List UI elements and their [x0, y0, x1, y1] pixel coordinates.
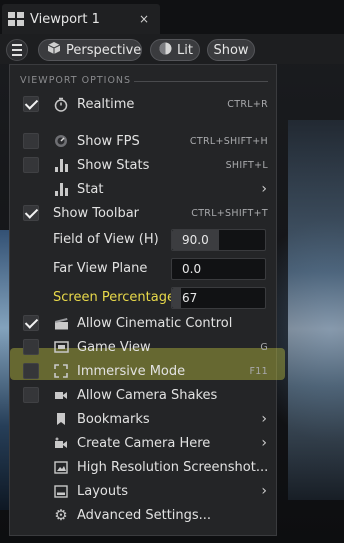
show-fps-checkbox[interactable] [23, 133, 39, 149]
menu-item-label: Create Camera Here [77, 436, 211, 451]
menu-item-label: Immersive Mode [77, 364, 186, 379]
game-view-icon [53, 339, 69, 355]
far-view-plane-input[interactable]: 0.0 [171, 258, 266, 280]
realtime-checkbox[interactable] [23, 96, 39, 112]
field-of-view-value: 90.0 [182, 233, 209, 247]
menu-item-label: Layouts [77, 484, 128, 499]
menu-item-label: High Resolution Screenshot... [77, 460, 269, 475]
gauge-icon [53, 133, 69, 149]
viewport-grid-icon [8, 12, 24, 26]
shortcut-label: CTRL+SHIFT+H [189, 136, 268, 147]
menu-item-label: Show FPS [77, 134, 140, 149]
viewport-scene-right-edge [288, 120, 344, 500]
perspective-label: Perspective [66, 42, 142, 58]
menu-item-label: Show Stats [77, 158, 150, 173]
menu-item-label: Advanced Settings... [77, 508, 212, 523]
chevron-right-icon: › [261, 435, 267, 451]
menu-item-label: Show Toolbar [53, 206, 140, 221]
section-divider [134, 81, 268, 82]
menu-item-label: Allow Camera Shakes [77, 388, 218, 403]
chevron-right-icon: › [261, 411, 267, 427]
lit-label: Lit [177, 42, 193, 58]
viewport-toolbar: Perspective Lit Show [0, 34, 344, 64]
perspective-button[interactable]: Perspective [38, 39, 142, 61]
menu-item-advanced-settings[interactable]: ⚙ Advanced Settings... [10, 504, 276, 528]
menu-item-label: Far View Plane [53, 261, 148, 276]
gear-icon: ⚙ [54, 506, 68, 524]
close-icon[interactable]: × [136, 12, 152, 26]
bookmark-icon [53, 411, 69, 427]
menu-item-stat[interactable]: Stat › [10, 178, 276, 202]
menu-item-realtime[interactable]: Realtime CTRL+R [10, 93, 276, 117]
menu-item-label: Stat [77, 182, 104, 197]
shortcut-label: G [260, 342, 268, 353]
chevron-right-icon: › [261, 181, 267, 197]
menu-item-label: Realtime [77, 97, 135, 112]
cube-icon [47, 41, 61, 59]
menu-item-far-view-plane: Far View Plane 0.0 [10, 257, 276, 281]
screen-percentage-fill [172, 288, 182, 308]
clapperboard-icon [53, 315, 69, 331]
menu-item-label: Field of View (H) [53, 232, 159, 247]
lit-button[interactable]: Lit [150, 39, 200, 61]
allow-cinematic-control-checkbox[interactable] [23, 315, 39, 331]
screen-percentage-value: 67 [182, 291, 198, 305]
menu-item-label: Screen Percentage [53, 290, 175, 305]
layout-icon [53, 483, 69, 499]
far-view-plane-value: 0.0 [182, 262, 202, 276]
menu-item-create-camera-here[interactable]: Create Camera Here › [10, 432, 276, 456]
allow-camera-shakes-checkbox[interactable] [23, 387, 39, 403]
menu-item-allow-camera-shakes[interactable]: Allow Camera Shakes [10, 384, 276, 408]
menu-item-layouts[interactable]: Layouts › [10, 480, 276, 504]
shortcut-label: CTRL+R [227, 99, 268, 110]
menu-item-label: Bookmarks [77, 412, 150, 427]
menu-item-field-of-view: Field of View (H) 90.0 [10, 228, 276, 252]
menu-item-allow-cinematic-control[interactable]: Allow Cinematic Control [10, 312, 276, 336]
screen-percentage-input[interactable]: 67 [171, 287, 266, 309]
show-toolbar-checkbox[interactable] [23, 205, 39, 221]
menu-item-label: Game View [77, 340, 151, 355]
menu-item-high-resolution-screenshot[interactable]: High Resolution Screenshot... [10, 456, 276, 480]
menu-item-show-toolbar[interactable]: Show Toolbar CTRL+SHIFT+T [10, 202, 276, 226]
menu-item-show-stats[interactable]: Show Stats SHIFT+L [10, 154, 276, 178]
menu-item-label: Allow Cinematic Control [77, 316, 233, 331]
hamburger-menu-button[interactable] [6, 39, 28, 61]
tab-viewport-1[interactable]: Viewport 1 × [2, 4, 160, 34]
stopwatch-icon [53, 96, 69, 112]
lit-sphere-icon [159, 42, 172, 59]
screenshot-icon [53, 459, 69, 475]
menu-item-screen-percentage: Screen Percentage 67 [10, 286, 276, 310]
bar-chart-icon [53, 157, 69, 173]
menu-item-bookmarks[interactable]: Bookmarks › [10, 408, 276, 432]
game-view-checkbox[interactable] [23, 339, 39, 355]
tab-title: Viewport 1 [30, 11, 100, 27]
shortcut-label: CTRL+SHIFT+T [191, 208, 268, 219]
viewport-options-menu: VIEWPORT OPTIONS Realtime CTRL+R Show FP… [9, 64, 285, 536]
fullscreen-icon [53, 363, 69, 379]
show-label: Show [213, 42, 249, 58]
bar-chart-icon [53, 181, 69, 197]
menu-item-game-view[interactable]: Game View G [10, 336, 276, 360]
shortcut-label: SHIFT+L [225, 160, 268, 171]
tab-bar: Viewport 1 × [0, 0, 344, 34]
menu-item-show-fps[interactable]: Show FPS CTRL+SHIFT+H [10, 130, 276, 154]
shortcut-label: F11 [249, 366, 268, 377]
chevron-right-icon: › [261, 483, 267, 499]
field-of-view-input[interactable]: 90.0 [171, 229, 266, 251]
menu-item-immersive-mode[interactable]: Immersive Mode F11 [10, 360, 276, 384]
show-button[interactable]: Show [207, 39, 255, 61]
camera-plus-icon [53, 435, 69, 451]
section-title: VIEWPORT OPTIONS [20, 75, 132, 86]
camera-icon [53, 387, 69, 403]
show-stats-checkbox[interactable] [23, 157, 39, 173]
immersive-mode-checkbox[interactable] [23, 363, 39, 379]
